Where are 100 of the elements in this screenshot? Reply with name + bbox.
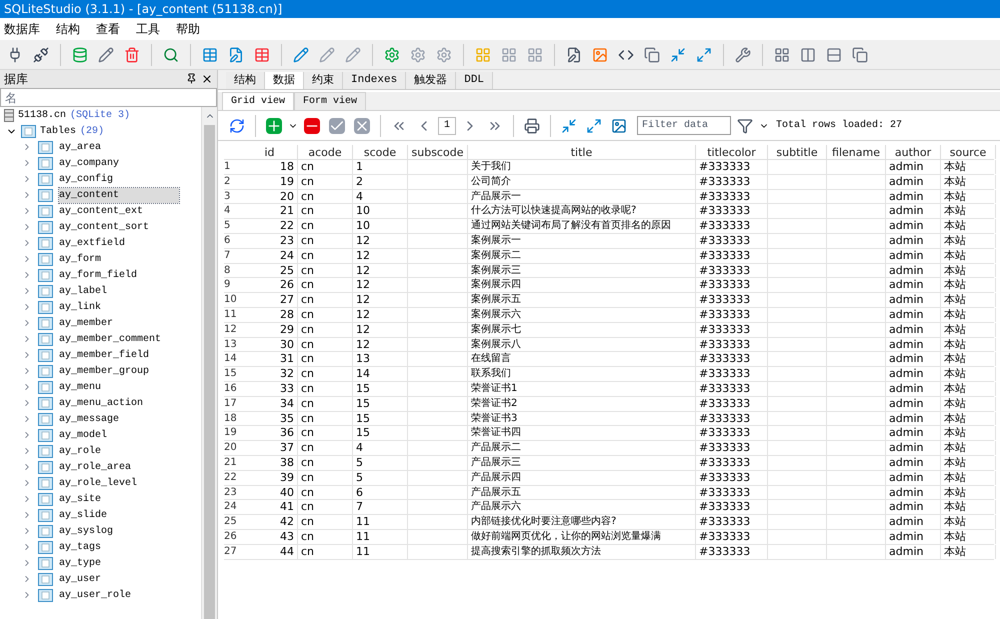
table-item[interactable]: ay_company — [59, 156, 120, 170]
table-item[interactable]: ay_member_field — [59, 348, 150, 362]
column-header[interactable]: acode — [298, 145, 353, 159]
table-cell: 10 — [353, 204, 408, 218]
filter-field[interactable]: 名 — [0, 88, 217, 107]
column-header[interactable]: scode — [353, 145, 408, 159]
table-item[interactable]: ay_form_field — [59, 268, 138, 282]
column-header[interactable]: subscode — [408, 145, 468, 159]
table-cell: 34 — [242, 396, 298, 411]
table-cell: 案例展示六 — [468, 308, 696, 322]
table-item[interactable]: ay_slide — [59, 508, 108, 522]
tab[interactable]: 约束 — [304, 72, 343, 89]
table-item[interactable]: ay_area — [59, 140, 102, 154]
table-cell: 产品展示四 — [468, 470, 696, 485]
table-cell: 本站 — [941, 174, 996, 189]
table-cell: 12 — [353, 322, 408, 337]
table-cell: 本站 — [941, 234, 996, 248]
menu-item[interactable]: 工具 — [136, 20, 160, 38]
table-item[interactable]: ay_role_area — [59, 460, 132, 474]
table-item[interactable]: ay_form — [59, 252, 102, 266]
table-cell: 21 — [242, 204, 298, 218]
table-cell: 18 — [242, 160, 298, 174]
filter-field[interactable]: Filter data — [637, 116, 731, 135]
table-cell: #333333 — [696, 338, 768, 352]
table-item[interactable]: ay_content_sort — [59, 220, 150, 234]
table-cell: #333333 — [696, 470, 768, 485]
table-cell: 本站 — [941, 544, 996, 559]
menu-item[interactable]: 结构 — [56, 20, 80, 38]
table-cell: 38 — [242, 456, 298, 470]
menu-item[interactable]: 帮助 — [176, 20, 200, 38]
table-item[interactable]: ay_site — [59, 492, 102, 506]
table-item[interactable]: ay_syslog — [59, 524, 114, 538]
table-cell: 本站 — [941, 396, 996, 411]
row-number: 14 — [224, 352, 238, 366]
table-item[interactable]: ay_label — [59, 284, 108, 298]
table-cell: 联系我们 — [468, 367, 696, 381]
table-cell: 30 — [242, 338, 298, 352]
column-header[interactable]: title — [468, 145, 696, 159]
table-cell: 6 — [353, 486, 408, 500]
table-item[interactable]: ay_config — [59, 172, 114, 186]
table-item[interactable]: ay_role_level — [59, 476, 138, 490]
menu-item[interactable]: 数据库 — [4, 20, 40, 38]
table-cell: cn — [298, 174, 353, 189]
menu-item[interactable]: 查看 — [96, 20, 120, 38]
tab[interactable]: 结构 — [226, 72, 265, 89]
close-icon[interactable] — [201, 73, 213, 85]
row-number: 4 — [224, 204, 232, 218]
database-name[interactable]: 51138.cn — [18, 108, 66, 122]
tab[interactable]: 数据 — [265, 72, 304, 89]
table-item[interactable]: ay_menu_action — [59, 396, 144, 410]
table-item[interactable]: ay_tags — [59, 540, 102, 554]
table-item[interactable]: ay_link — [59, 300, 102, 314]
scrollbar[interactable] — [201, 107, 217, 619]
column-header[interactable]: id — [242, 145, 298, 159]
view-tab[interactable]: Grid view — [222, 92, 294, 110]
column-header[interactable]: author — [886, 145, 941, 159]
table-item[interactable]: ay_role — [59, 444, 102, 458]
table-item[interactable]: ay_menu — [59, 380, 102, 394]
table-cell: admin — [886, 382, 941, 396]
table-item[interactable]: ay_member — [59, 316, 114, 330]
row-number: 27 — [224, 544, 238, 559]
tables-label[interactable]: Tables — [40, 124, 76, 138]
tab[interactable]: DDL — [456, 72, 494, 89]
table-item[interactable]: ay_model — [59, 428, 108, 442]
table-item[interactable]: ay_member_group — [59, 364, 150, 378]
row-number: 22 — [224, 470, 238, 485]
table-cell: 12 — [353, 308, 408, 322]
column-header[interactable]: filename — [827, 145, 886, 159]
table-icon — [38, 556, 53, 570]
table-icon — [38, 220, 53, 234]
table-cell: #333333 — [696, 264, 768, 278]
column-header[interactable]: subtitle — [768, 145, 827, 159]
pin-icon[interactable] — [186, 73, 197, 84]
table-icon — [38, 540, 53, 554]
table-cell: 19 — [242, 174, 298, 189]
table-icon — [38, 524, 53, 538]
page-field[interactable]: 1 — [438, 116, 456, 134]
table-cell: 44 — [242, 544, 298, 559]
table-cell: #333333 — [696, 530, 768, 544]
table-cell: admin — [886, 293, 941, 307]
table-item[interactable]: ay_user — [59, 572, 102, 586]
table-item[interactable]: ay_content_ext — [59, 204, 144, 218]
table-item[interactable]: ay_extfield — [59, 236, 126, 250]
table-cell: 36 — [242, 426, 298, 440]
tab[interactable]: 触发器 — [406, 72, 456, 89]
column-header[interactable]: titlecolor — [696, 145, 768, 159]
table-item[interactable]: ay_member_comment — [59, 332, 162, 346]
table-icon — [38, 188, 53, 202]
table-item[interactable]: ay_user_role — [59, 588, 132, 602]
table-item[interactable]: ay_message — [59, 412, 120, 426]
table-item[interactable]: ay_type — [59, 556, 102, 570]
view-tab[interactable]: Form view — [294, 92, 366, 110]
row-number: 23 — [224, 486, 238, 500]
table-cell: 5 — [353, 470, 408, 485]
table-item[interactable]: ay_content — [59, 188, 180, 202]
table-cell: 12 — [353, 293, 408, 307]
column-header[interactable]: source — [941, 145, 996, 159]
row-number: 13 — [224, 338, 238, 352]
tab[interactable]: Indexes — [343, 72, 406, 89]
row-number: 3 — [224, 190, 232, 204]
